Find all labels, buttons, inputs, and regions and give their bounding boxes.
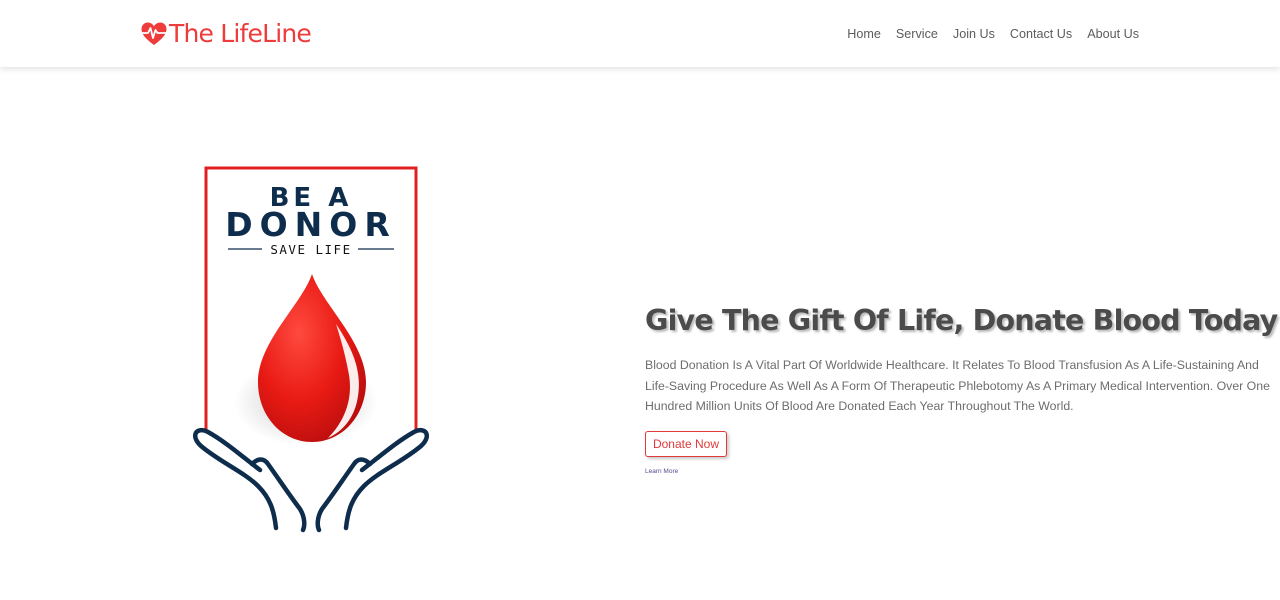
brand-name: The LifeLine <box>169 19 312 48</box>
blood-drop-icon <box>258 274 366 442</box>
navbar: The LifeLine Home Service Join Us Contac… <box>0 0 1280 67</box>
nav-link-service[interactable]: Service <box>896 24 938 44</box>
brand-logo-link[interactable]: The LifeLine <box>140 16 312 52</box>
blood-donation-poster: BE A DONOR SAVE LIFE <box>193 166 429 533</box>
nav-link-contact-us[interactable]: Contact Us <box>1010 24 1072 44</box>
donate-now-button[interactable]: Donate Now <box>645 431 727 457</box>
nav-link-join-us[interactable]: Join Us <box>953 24 995 44</box>
learn-more-link[interactable]: Learn More <box>645 468 678 475</box>
heart-pulse-icon <box>140 22 168 45</box>
main-nav: Home Service Join Us Contact Us About Us <box>847 24 1139 44</box>
poster-line-save-life: SAVE LIFE <box>270 242 351 257</box>
poster-line-donor: DONOR <box>225 205 397 244</box>
hero-title: Give The Gift Of Life, Donate Blood Toda… <box>645 304 1278 337</box>
nav-link-home[interactable]: Home <box>847 24 881 44</box>
nav-link-about-us[interactable]: About Us <box>1087 24 1139 44</box>
hero-description: Blood Donation Is A Vital Part Of Worldw… <box>645 358 1270 413</box>
